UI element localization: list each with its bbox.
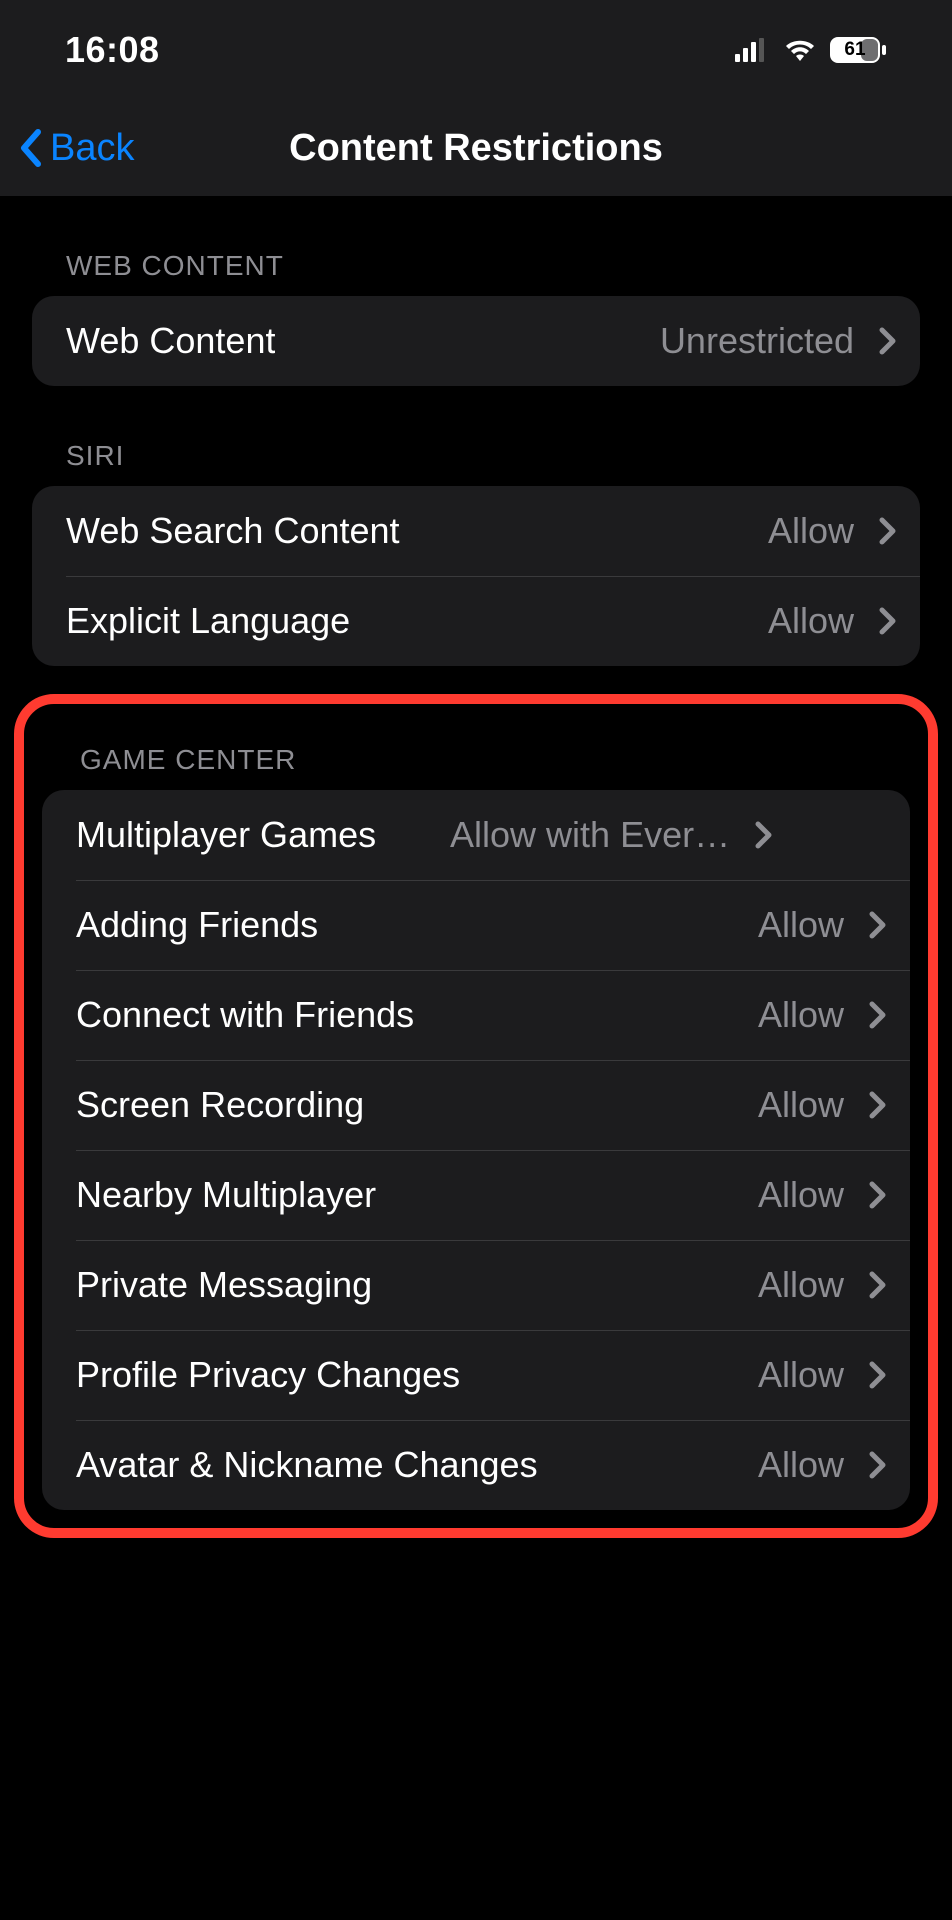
row-label: Web Search Content: [66, 510, 400, 552]
battery-level: 61: [829, 36, 881, 64]
row-label: Multiplayer Games: [76, 814, 376, 856]
back-button[interactable]: Back: [18, 127, 134, 170]
cellular-icon: [735, 38, 771, 62]
nav-bar: Back Content Restrictions: [0, 100, 952, 196]
group-web: Web Content Unrestricted: [32, 296, 920, 386]
back-label: Back: [50, 127, 134, 170]
row-value: Allow: [768, 510, 854, 552]
row-screen-recording[interactable]: Screen Recording Allow: [42, 1060, 910, 1150]
chevron-right-icon: [754, 820, 774, 850]
row-label: Connect with Friends: [76, 994, 414, 1036]
row-label: Explicit Language: [66, 600, 350, 642]
row-value: Allow: [758, 1174, 844, 1216]
chevron-right-icon: [878, 516, 898, 546]
row-label: Screen Recording: [76, 1084, 364, 1126]
row-avatar-nickname-changes[interactable]: Avatar & Nickname Changes Allow: [42, 1420, 910, 1510]
chevron-right-icon: [878, 326, 898, 356]
row-profile-privacy-changes[interactable]: Profile Privacy Changes Allow: [42, 1330, 910, 1420]
row-value: Allow: [758, 904, 844, 946]
chevron-left-icon: [18, 128, 42, 168]
chevron-right-icon: [878, 606, 898, 636]
status-indicators: 61: [735, 36, 887, 64]
row-value: Allow: [758, 1444, 844, 1486]
chevron-right-icon: [868, 1270, 888, 1300]
row-connect-with-friends[interactable]: Connect with Friends Allow: [42, 970, 910, 1060]
content: WEB CONTENT Web Content Unrestricted SIR…: [0, 196, 952, 1538]
status-time: 16:08: [65, 29, 160, 71]
chevron-right-icon: [868, 1180, 888, 1210]
row-private-messaging[interactable]: Private Messaging Allow: [42, 1240, 910, 1330]
group-siri: Web Search Content Allow Explicit Langua…: [32, 486, 920, 666]
section-header-siri: SIRI: [0, 386, 952, 486]
chevron-right-icon: [868, 1360, 888, 1390]
row-web-content[interactable]: Web Content Unrestricted: [32, 296, 920, 386]
row-nearby-multiplayer[interactable]: Nearby Multiplayer Allow: [42, 1150, 910, 1240]
row-value: Allow: [768, 600, 854, 642]
row-label: Profile Privacy Changes: [76, 1354, 460, 1396]
row-value: Allow with Ever…: [390, 814, 730, 856]
row-value: Allow: [758, 1084, 844, 1126]
row-multiplayer-games[interactable]: Multiplayer Games Allow with Ever…: [42, 790, 910, 880]
section-header-web: WEB CONTENT: [0, 196, 952, 296]
row-value: Allow: [758, 1354, 844, 1396]
highlight-box: GAME CENTER Multiplayer Games Allow with…: [14, 694, 938, 1538]
status-bar: 16:08 61: [0, 0, 952, 100]
row-adding-friends[interactable]: Adding Friends Allow: [42, 880, 910, 970]
chevron-right-icon: [868, 910, 888, 940]
chevron-right-icon: [868, 1000, 888, 1030]
page-title: Content Restrictions: [289, 127, 663, 170]
row-label: Web Content: [66, 320, 275, 362]
section-header-game-center: GAME CENTER: [32, 704, 920, 790]
battery-icon: 61: [829, 36, 887, 64]
chevron-right-icon: [868, 1090, 888, 1120]
row-label: Adding Friends: [76, 904, 318, 946]
row-web-search-content[interactable]: Web Search Content Allow: [32, 486, 920, 576]
row-label: Avatar & Nickname Changes: [76, 1444, 538, 1486]
chevron-right-icon: [868, 1450, 888, 1480]
row-value: Unrestricted: [660, 320, 854, 362]
row-label: Private Messaging: [76, 1264, 372, 1306]
row-value: Allow: [758, 1264, 844, 1306]
row-explicit-language[interactable]: Explicit Language Allow: [32, 576, 920, 666]
row-value: Allow: [758, 994, 844, 1036]
wifi-icon: [783, 38, 817, 62]
group-game-center: Multiplayer Games Allow with Ever… Addin…: [42, 790, 910, 1510]
row-label: Nearby Multiplayer: [76, 1174, 376, 1216]
